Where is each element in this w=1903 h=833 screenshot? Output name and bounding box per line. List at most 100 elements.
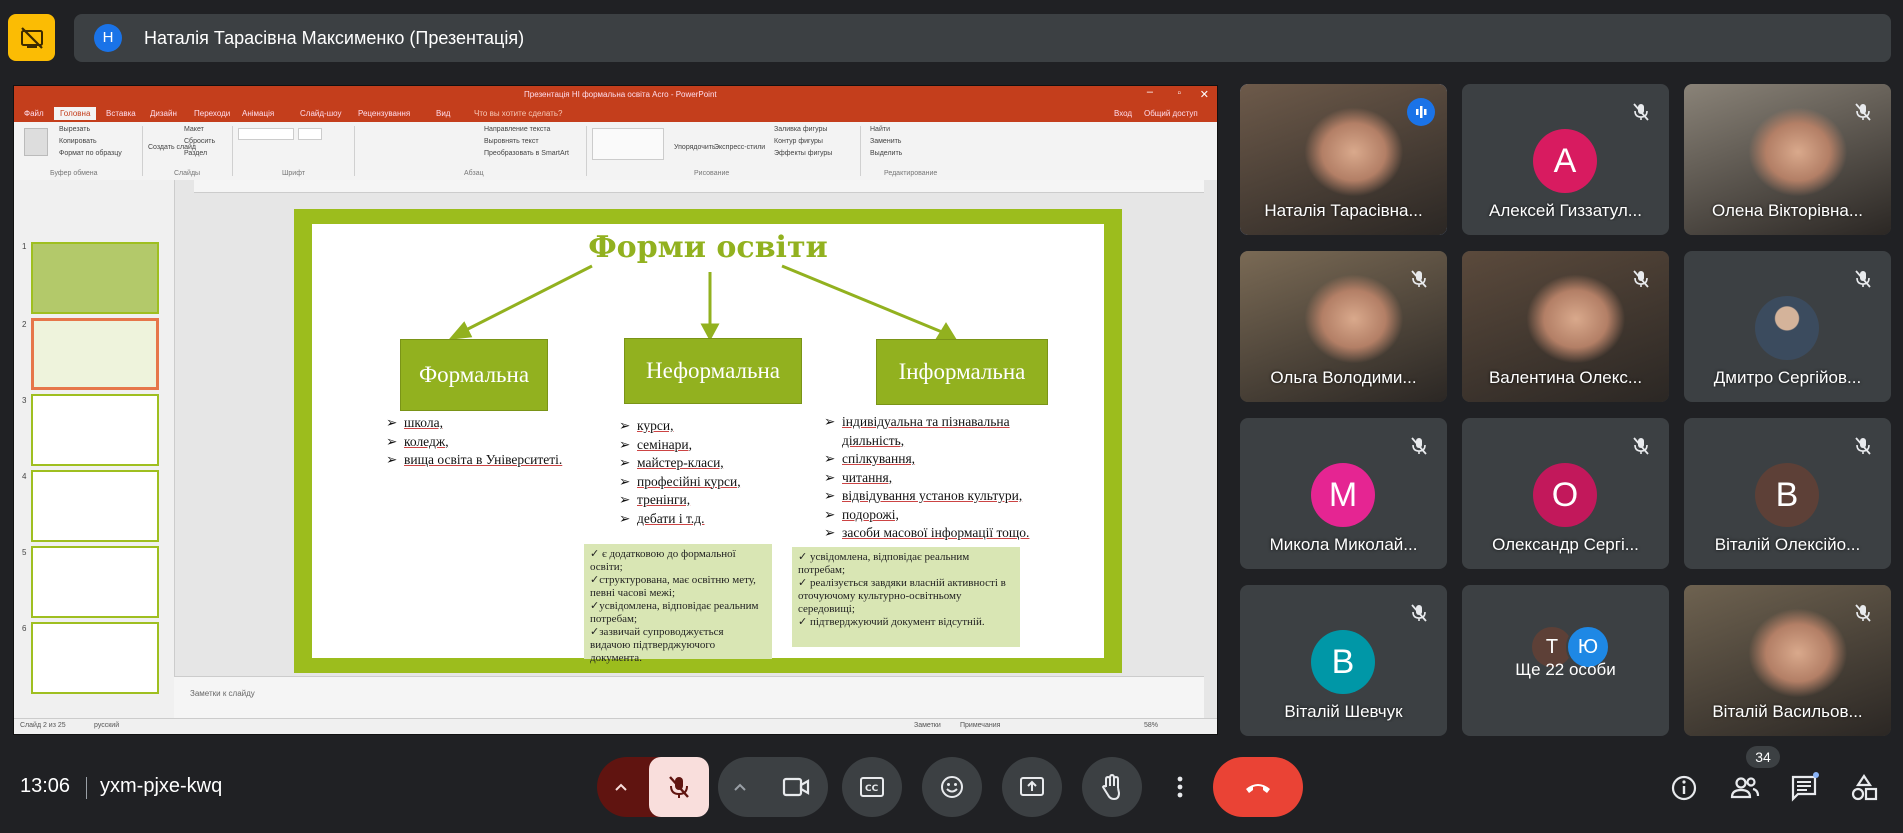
more-options-button[interactable]	[1162, 757, 1198, 817]
stop-presenting-icon	[21, 27, 43, 49]
ppt-tell-me: Что вы хотите сделать?	[474, 109, 563, 118]
mic-off-icon	[1853, 436, 1873, 456]
ribbon-group-label: Шрифт	[282, 170, 306, 177]
note-line: ✓зазвичай супроводжується видачою підтве…	[590, 626, 724, 664]
font-box	[238, 128, 294, 140]
ribbon-find: Найти	[870, 126, 890, 133]
participant-tile[interactable]: Дмитро Сергійов...	[1684, 251, 1891, 402]
ribbon-layout: Макет	[184, 126, 204, 133]
ppt-tab: Слайд-шоу	[300, 109, 342, 118]
ribbon-replace: Заменить	[870, 138, 902, 145]
participant-tile[interactable]: Олена Вікторівна...	[1684, 84, 1891, 235]
activities-icon	[1851, 774, 1878, 801]
participant-tile[interactable]: В Віталій Шевчук	[1240, 585, 1447, 736]
ppt-statusbar: Слайд 2 из 25 русский Заметки Примечания…	[14, 718, 1217, 734]
raise-hand-button[interactable]	[1082, 757, 1142, 817]
participant-tile[interactable]: Ольга Володими...	[1240, 251, 1447, 402]
participant-name: Олена Вікторівна...	[1711, 201, 1864, 220]
note-line: ✓ є додатковою до формальної освіти;	[590, 548, 736, 573]
mic-off-icon	[1631, 269, 1651, 289]
slide-thumbnail	[31, 242, 159, 314]
slide-thumbnail	[31, 546, 159, 618]
chevron-up-icon[interactable]	[732, 779, 748, 795]
emoji-reactions-button[interactable]	[922, 757, 982, 817]
participant-avatar: В	[1311, 630, 1375, 694]
thumb-number: 5	[22, 548, 27, 557]
participant-name: Віталій Олексійо...	[1714, 535, 1861, 554]
status-slide-count: Слайд 2 из 25	[20, 722, 66, 729]
participant-tile[interactable]: В Віталій Олексійо...	[1684, 418, 1891, 569]
note-line: ✓структурована, має освітню мету, певні …	[590, 574, 756, 599]
informal-notes: ✓ усвідомлена, відповідає реальним потре…	[792, 547, 1020, 647]
ribbon-smartart: Преобразовать в SmartArt	[484, 150, 569, 157]
participant-name: Алексей Гиззатул...	[1489, 201, 1642, 220]
participant-tile[interactable]: Наталія Тарасівна...	[1240, 84, 1447, 235]
mic-off-icon	[1409, 269, 1429, 289]
status-notes: Заметки	[914, 722, 941, 729]
chat-button[interactable]	[1786, 770, 1822, 806]
notes-placeholder: Заметки к слайду	[190, 689, 255, 698]
nonformal-box: Неформальна	[624, 338, 802, 404]
list-item: професійні курси,	[619, 473, 741, 492]
end-call-icon	[1246, 784, 1270, 793]
participant-tile[interactable]: Віталій Васильов...	[1684, 585, 1891, 736]
ribbon-format-painter: Формат по образцу	[59, 150, 122, 157]
microphone-button[interactable]	[649, 757, 709, 817]
leave-call-button[interactable]	[1213, 757, 1303, 817]
status-comments: Примечания	[960, 722, 1001, 729]
speaking-indicator-icon	[1407, 98, 1435, 126]
participant-tile[interactable]: Т Ю Ще 22 особи	[1462, 585, 1669, 736]
captions-button[interactable]: CC	[842, 757, 902, 817]
ppt-tab: Рецензування	[358, 109, 411, 118]
meeting-code: yxm-pjxe-kwq	[100, 775, 223, 797]
thumb-number: 1	[22, 242, 27, 251]
slide-thumbnail	[31, 622, 159, 694]
activities-button[interactable]	[1846, 770, 1882, 806]
list-item: відвідування установ культури,	[824, 487, 1029, 506]
list-item: дебати і т.д.	[619, 510, 741, 529]
participant-name: Ще 22 особи	[1515, 660, 1616, 679]
list-item: тренінги,	[619, 491, 741, 510]
divider	[86, 777, 87, 799]
mic-off-icon	[1853, 269, 1873, 289]
emoji-icon	[941, 776, 963, 798]
note-line: ✓усвідомлена, відповідає реальним потреб…	[590, 600, 759, 625]
participant-tile[interactable]: А Алексей Гиззатул...	[1462, 84, 1669, 235]
ppt-tab: Переходи	[194, 109, 231, 118]
list-item: спілкування,	[824, 450, 1029, 469]
camera-icon[interactable]	[782, 775, 810, 799]
slide-thumbnail	[31, 394, 159, 466]
ribbon-group-label: Буфер обмена	[50, 170, 98, 177]
participant-tile[interactable]: Валентина Олекс...	[1462, 251, 1669, 402]
ppt-window-title: Презентація НІ формальна освіта Acro - P…	[524, 90, 717, 99]
list-item: індивідуальна та пізнавальна	[824, 413, 1029, 432]
ruler	[194, 180, 1204, 193]
meeting-details-button[interactable]	[1666, 770, 1702, 806]
list-item: діяльність,	[842, 432, 905, 448]
ribbon-copy: Копировать	[59, 138, 97, 145]
note-line: ✓ підтверджуючий документ відсутній.	[798, 616, 985, 628]
participant-name: Віталій Васильов...	[1712, 702, 1863, 721]
list-item: школа,	[386, 414, 562, 433]
ppt-tab: Вид	[436, 109, 451, 118]
ppt-signin: Вход	[1114, 109, 1133, 118]
ribbon-cut: Вырезать	[59, 126, 91, 133]
mic-off-icon	[1853, 102, 1873, 122]
formal-list: школа, коледж, вища освіта в Університет…	[386, 414, 562, 470]
ppt-close-icon: ✕	[1199, 89, 1209, 101]
present-now-button[interactable]	[1002, 757, 1062, 817]
participant-name: Наталія Тарасівна...	[1264, 201, 1423, 220]
participant-tile[interactable]: М Микола Миколай...	[1240, 418, 1447, 569]
people-button[interactable]	[1727, 770, 1763, 806]
ribbon-reset: Сбросить	[184, 138, 216, 145]
participant-name: Віталій Шевчук	[1284, 702, 1403, 721]
info-icon	[1671, 775, 1697, 801]
ribbon-group-label: Редактирование	[884, 170, 938, 177]
participant-name: Валентина Олекс...	[1488, 368, 1643, 387]
ppt-tab: Вставка	[106, 109, 136, 118]
presentation-toggle-button[interactable]	[8, 14, 55, 61]
chevron-up-icon[interactable]	[613, 779, 629, 795]
video-options-group	[718, 757, 828, 817]
participant-tile[interactable]: О Олександр Сергі...	[1462, 418, 1669, 569]
ppt-maximize-icon: ▫	[1177, 88, 1181, 99]
